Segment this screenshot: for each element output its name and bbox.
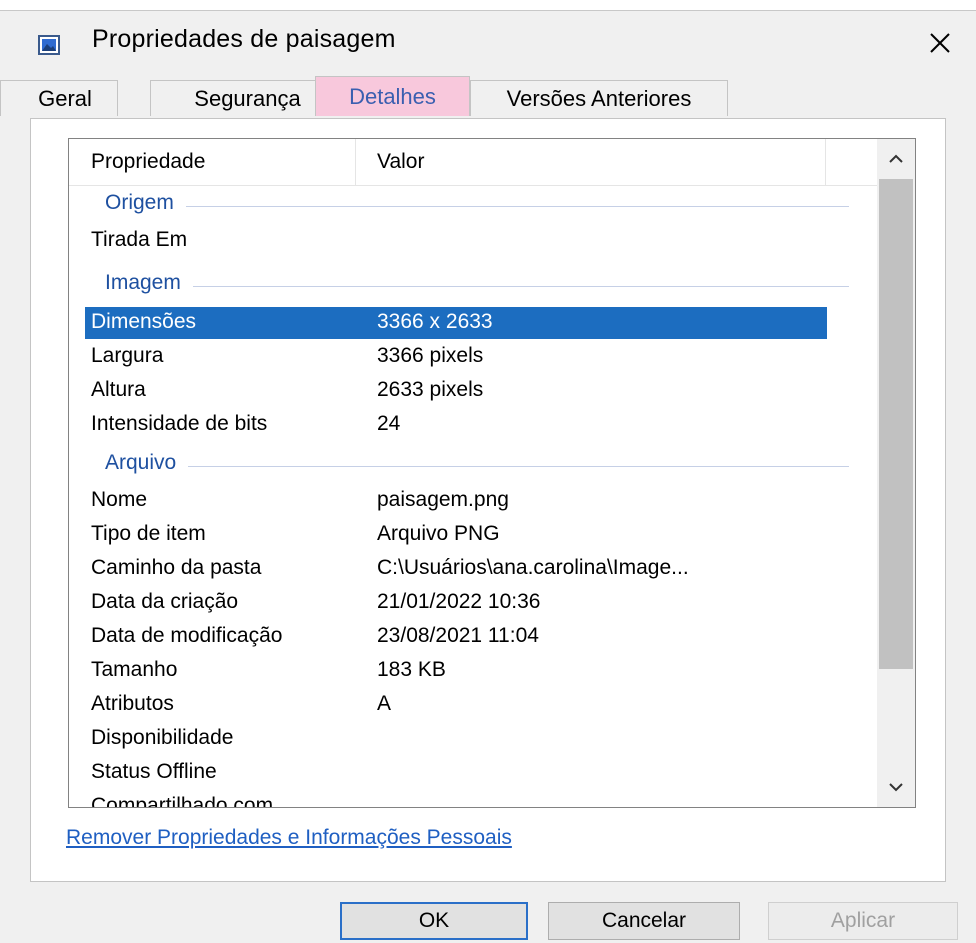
property-value: paisagem.png	[377, 488, 509, 511]
property-name: Tipo de item	[91, 522, 206, 545]
list-item[interactable]: Compartilhado com	[85, 791, 827, 808]
title-bar: Propriedades de paisagem	[0, 11, 976, 61]
group-label: Imagem	[105, 271, 193, 295]
list-item[interactable]: Largura 3366 pixels	[85, 341, 827, 373]
property-name: Data de modificação	[91, 624, 283, 647]
list-item[interactable]: Disponibilidade	[85, 723, 827, 755]
group-imagem: Imagem	[69, 271, 849, 305]
scroll-thumb[interactable]	[879, 179, 913, 669]
property-name: Data da criação	[91, 590, 239, 613]
column-divider[interactable]	[355, 139, 356, 185]
property-name: Intensidade de bits	[91, 412, 268, 435]
property-name: Status Offline	[91, 760, 217, 783]
property-name: Compartilhado com	[91, 794, 274, 808]
list-header: Propriedade Valor	[69, 139, 877, 186]
remove-properties-link[interactable]: Remover Propriedades e Informações Pesso…	[66, 826, 512, 850]
image-file-icon	[38, 35, 60, 55]
column-header-property[interactable]: Propriedade	[91, 139, 205, 185]
close-icon	[930, 33, 950, 53]
details-list[interactable]: Propriedade Valor Origem Tirada Em Image…	[68, 138, 916, 808]
list-item[interactable]: Tamanho 183 KB	[85, 655, 827, 687]
tab-detalhes[interactable]: Detalhes	[315, 76, 470, 116]
property-name: Tirada Em	[91, 228, 188, 251]
list-item[interactable]: Data de modificação 23/08/2021 11:04	[85, 621, 827, 653]
group-divider	[105, 466, 849, 467]
list-item[interactable]: Tipo de item Arquivo PNG	[85, 519, 827, 551]
group-origem: Origem	[69, 191, 849, 225]
window-title: Propriedades de paisagem	[92, 25, 396, 53]
list-item[interactable]: Altura 2633 pixels	[85, 375, 827, 407]
property-name: Tamanho	[91, 658, 178, 681]
property-value: 24	[377, 412, 401, 435]
property-value: 3366 x 2633	[377, 310, 493, 333]
property-value: C:\Usuários\ana.carolina\Image...	[377, 556, 689, 579]
group-arquivo: Arquivo	[69, 451, 849, 485]
property-name: Atributos	[91, 692, 174, 715]
ok-button[interactable]: OK	[340, 902, 528, 940]
vertical-scrollbar[interactable]	[877, 139, 915, 807]
list-item[interactable]: Nome paisagem.png	[85, 485, 827, 517]
property-value: 2633 pixels	[377, 378, 484, 401]
group-divider	[105, 286, 849, 287]
group-divider	[105, 206, 849, 207]
tab-geral[interactable]: Geral	[0, 80, 118, 116]
chevron-down-icon	[889, 783, 903, 792]
property-value: A	[377, 692, 392, 715]
scroll-down-button[interactable]	[877, 767, 915, 807]
property-value: 183 KB	[377, 658, 446, 681]
property-name: Largura	[91, 344, 164, 367]
scroll-up-button[interactable]	[877, 139, 915, 179]
property-name: Nome	[91, 488, 148, 511]
list-item[interactable]: Caminho da pasta C:\Usuários\ana.carolin…	[85, 553, 827, 585]
cancel-button[interactable]: Cancelar	[548, 902, 740, 940]
column-divider[interactable]	[825, 139, 826, 185]
close-button[interactable]	[920, 23, 960, 63]
property-name: Altura	[91, 378, 146, 401]
property-value: Arquivo PNG	[377, 522, 500, 545]
property-name: Caminho da pasta	[91, 556, 262, 579]
group-label: Arquivo	[105, 451, 189, 475]
list-item[interactable]: Intensidade de bits 24	[85, 409, 827, 441]
apply-button[interactable]: Aplicar	[768, 902, 958, 940]
property-name: Disponibilidade	[91, 726, 234, 749]
top-border	[0, 0, 976, 11]
list-item-selected[interactable]: Dimensões 3366 x 2633	[85, 307, 827, 339]
tab-versoes-anteriores[interactable]: Versões Anteriores	[470, 80, 728, 116]
list-item[interactable]: Atributos A	[85, 689, 827, 721]
list-item[interactable]: Status Offline	[85, 757, 827, 789]
property-value: 3366 pixels	[377, 344, 484, 367]
list-item[interactable]: Data da criação 21/01/2022 10:36	[85, 587, 827, 619]
group-label: Origem	[105, 191, 186, 215]
property-value: 21/01/2022 10:36	[377, 590, 541, 613]
property-name: Dimensões	[91, 310, 197, 333]
column-header-value[interactable]: Valor	[377, 139, 424, 185]
list-item[interactable]: Tirada Em	[85, 225, 827, 257]
chevron-up-icon	[889, 154, 903, 163]
property-value: 23/08/2021 11:04	[377, 624, 539, 647]
